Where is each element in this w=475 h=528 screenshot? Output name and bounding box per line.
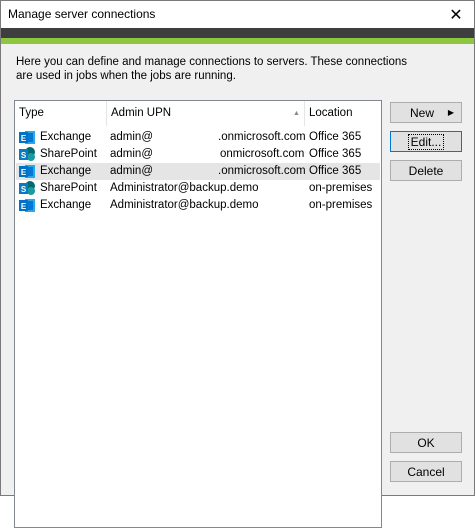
table-row[interactable]: E Exchange admin@ .onmicrosoft.com Offic… [16, 129, 380, 146]
row-admin-domain: onmicrosoft.com [220, 148, 305, 160]
sharepoint-icon: S [19, 181, 35, 195]
column-header-admin-upn[interactable]: Admin UPN [107, 101, 305, 126]
row-admin-user: admin@ [110, 131, 153, 143]
exchange-icon: E [19, 131, 35, 144]
svg-text:S: S [21, 185, 27, 194]
table-row-selected[interactable]: E Exchange admin@ .onmicrosoft.com Offic… [16, 163, 380, 180]
row-location: on-premises [309, 199, 373, 211]
column-header-type[interactable]: Type [15, 101, 107, 126]
edit-button[interactable]: Edit... [390, 131, 462, 152]
table-row[interactable]: S SharePoint admin@ onmicrosoft.com Offi… [16, 146, 380, 163]
new-button-label: New [409, 105, 434, 120]
exchange-icon: E [19, 199, 35, 212]
row-admin-user: admin@ [110, 165, 153, 177]
edit-button-label: Edit... [407, 133, 445, 150]
sharepoint-icon: S [19, 147, 35, 161]
row-admin-user: Administrator@backup.demo [110, 199, 259, 211]
row-admin-domain: .onmicrosoft.com [218, 131, 306, 143]
close-icon: ✕ [449, 6, 463, 24]
title-bar: Manage server connections ✕ [1, 1, 474, 28]
header-band [1, 28, 474, 38]
table-row[interactable]: S SharePoint Administrator@backup.demo o… [16, 180, 380, 197]
cancel-button-label: Cancel [407, 464, 445, 479]
row-type: Exchange [40, 131, 92, 143]
sort-ascending-icon: ▲ [293, 110, 300, 117]
svg-text:S: S [21, 151, 27, 160]
row-type: SharePoint [40, 182, 97, 194]
description-text: Here you can define and manage connectio… [16, 56, 408, 82]
delete-button-label: Delete [408, 163, 444, 178]
row-location: Office 365 [309, 148, 362, 160]
dialog-content: Here you can define and manage connectio… [1, 44, 474, 528]
list-header: Type Admin UPN ▲ Location [15, 101, 381, 126]
delete-button[interactable]: Delete [390, 160, 462, 181]
exchange-icon: E [19, 165, 35, 178]
row-location: on-premises [309, 182, 373, 194]
table-row[interactable]: E Exchange Administrator@backup.demo on-… [16, 197, 380, 214]
ok-button-label: OK [417, 435, 435, 450]
new-button[interactable]: New ▶ [390, 102, 462, 123]
ok-button[interactable]: OK [390, 432, 462, 453]
row-admin-domain: .onmicrosoft.com [218, 165, 306, 177]
svg-text:E: E [21, 202, 27, 211]
row-location: Office 365 [309, 131, 362, 143]
row-type: SharePoint [40, 148, 97, 160]
row-location: Office 365 [309, 165, 362, 177]
close-button[interactable]: ✕ [438, 1, 474, 28]
row-admin-user: Administrator@backup.demo [110, 182, 259, 194]
row-type: Exchange [40, 199, 92, 211]
cancel-button[interactable]: Cancel [390, 461, 462, 482]
row-type: Exchange [40, 165, 92, 177]
column-header-location[interactable]: Location [305, 101, 381, 126]
dialog-window: Manage server connections ✕ Here you can… [0, 0, 475, 528]
submenu-arrow-icon: ▶ [447, 108, 454, 117]
svg-text:E: E [21, 168, 27, 177]
connections-list[interactable]: Type Admin UPN ▲ Location E Exchange adm… [14, 100, 382, 528]
window-title: Manage server connections [8, 7, 156, 21]
svg-text:E: E [21, 134, 27, 143]
row-admin-user: admin@ [110, 148, 153, 160]
